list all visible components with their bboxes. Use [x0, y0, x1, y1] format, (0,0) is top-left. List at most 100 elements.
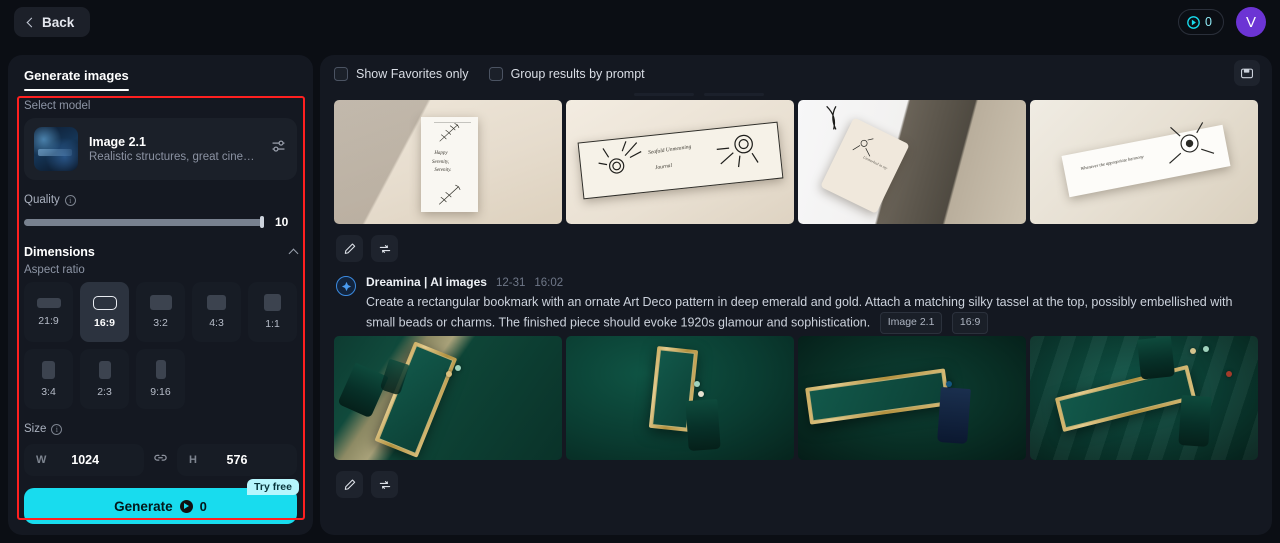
- panel-tab-bar: Generate images: [8, 55, 313, 91]
- aspect-ratio-shape: [92, 295, 117, 310]
- quality-label-row: Quality i: [24, 194, 297, 206]
- model-meta: Image 2.1 Realistic structures, great ci…: [89, 135, 259, 163]
- aspect-ratio-3-2[interactable]: 3:2: [136, 282, 185, 342]
- select-model-label: Select model: [24, 100, 91, 112]
- size-row: W 1024 H 576: [24, 444, 297, 476]
- generate-cost: 0: [199, 498, 207, 514]
- quality-value: 10: [275, 215, 289, 229]
- size-label-row: Size i: [24, 423, 297, 435]
- aspect-ratio-label: 9:16: [150, 386, 171, 398]
- aspect-ratio-grid: 21:9 16:9 3:2 4:3 1:1 3:4 2:3 9:16: [24, 282, 297, 409]
- try-free-badge[interactable]: Try free: [247, 479, 299, 495]
- quality-slider-knob[interactable]: [260, 216, 264, 228]
- results-panel: Show Favorites only Group results by pro…: [320, 55, 1272, 535]
- aspect-ratio-shape: [42, 360, 55, 379]
- app-root: Back 0 V Generate images Select model Im…: [0, 0, 1280, 543]
- result-image[interactable]: [798, 336, 1026, 460]
- result-row-2-images: [334, 336, 1258, 460]
- result-image[interactable]: Whenever the appropriate harmony: [1030, 100, 1258, 224]
- back-button[interactable]: Back: [14, 7, 91, 37]
- previous-result-stub: [334, 93, 1258, 96]
- edit-button[interactable]: [336, 235, 363, 262]
- filter-show-favorites[interactable]: Show Favorites only: [334, 67, 469, 81]
- link-ratio-icon[interactable]: [152, 449, 169, 471]
- stub-line: [634, 93, 694, 96]
- aspect-ratio-21-9[interactable]: 21:9: [24, 282, 73, 342]
- filter-group-by-prompt[interactable]: Group results by prompt: [488, 67, 645, 81]
- chip-ratio[interactable]: 16:9: [951, 311, 989, 334]
- generate-panel: Generate images Select model Image 2.1 R…: [8, 55, 313, 535]
- aspect-ratio-2-3[interactable]: 2:3: [80, 349, 129, 409]
- back-button-label: Back: [42, 14, 75, 30]
- panel-body: Select model Image 2.1 Realistic structu…: [8, 91, 313, 524]
- aspect-ratio-3-4[interactable]: 3:4: [24, 349, 73, 409]
- aspect-ratio-shape: [264, 294, 281, 311]
- prompt-text: Create a rectangular bookmark with an or…: [366, 295, 1233, 330]
- aspect-ratio-label: 21:9: [38, 314, 59, 327]
- dimensions-title: Dimensions: [24, 245, 95, 259]
- result-image[interactable]: Seafold Unmeaning Journal: [566, 100, 794, 224]
- result-image[interactable]: Unmarked in my: [798, 100, 1026, 224]
- top-bar: Back 0 V: [0, 0, 1280, 44]
- aspect-ratio-shape: [155, 360, 166, 379]
- quality-slider[interactable]: [24, 216, 264, 228]
- model-description: Realistic structures, great cinematog...: [89, 151, 259, 163]
- size-info-icon[interactable]: i: [51, 423, 63, 435]
- aspect-ratio-1-1[interactable]: 1:1: [248, 282, 297, 342]
- results-toolbar: Show Favorites only Group results by pro…: [320, 55, 1272, 93]
- model-name: Image 2.1: [89, 135, 146, 149]
- favorites-checkbox[interactable]: [334, 67, 348, 81]
- size-label: Size: [24, 423, 47, 435]
- prompt-header: Dreamina | AI images 12-31 16:02: [366, 275, 1256, 289]
- generate-wrapper: Generate 0 Try free: [24, 479, 299, 524]
- regenerate-button[interactable]: [371, 235, 398, 262]
- prompt-block: Dreamina | AI images 12-31 16:02 Create …: [334, 262, 1258, 334]
- prompt-date: 12-31: [495, 277, 526, 289]
- generate-button-label: Generate: [114, 498, 173, 514]
- dreamina-logo-icon: [336, 276, 356, 296]
- credits-pill[interactable]: 0: [1178, 9, 1224, 35]
- group-label: Group results by prompt: [510, 67, 645, 81]
- regenerate-icon: [379, 480, 390, 489]
- width-key: W: [36, 454, 47, 466]
- result-image[interactable]: Happy Serenity, Serenity.: [334, 100, 562, 224]
- aspect-ratio-label: 3:2: [153, 317, 168, 329]
- result-image[interactable]: [566, 336, 794, 460]
- group-checkbox[interactable]: [488, 67, 503, 81]
- model-selector[interactable]: Image 2.1 Realistic structures, great ci…: [24, 118, 297, 180]
- aspect-ratio-label: 4:3: [209, 317, 224, 329]
- regenerate-icon: [379, 244, 390, 253]
- regenerate-button[interactable]: [371, 471, 398, 498]
- dimensions-accordion-header[interactable]: Dimensions: [24, 245, 299, 259]
- chevron-left-icon: [26, 17, 37, 27]
- width-field[interactable]: W 1024: [24, 444, 144, 476]
- result-row-2-actions: [334, 460, 1258, 498]
- model-settings-icon[interactable]: [270, 138, 287, 160]
- credits-count: 0: [1205, 15, 1212, 29]
- chevron-up-icon: [288, 248, 299, 259]
- aspect-ratio-16-9[interactable]: 16:9: [80, 282, 129, 342]
- aspect-ratio-9-16[interactable]: 9:16: [136, 349, 185, 409]
- height-key: H: [189, 454, 197, 466]
- aspect-ratio-label: 3:4: [41, 385, 56, 398]
- aspect-ratio-shape: [98, 360, 111, 379]
- aspect-ratio-label: 1:1: [265, 318, 280, 330]
- chip-model[interactable]: Image 2.1: [879, 311, 943, 334]
- pencil-icon: [344, 478, 355, 490]
- credit-coin-icon: [1187, 15, 1200, 29]
- tab-generate-images[interactable]: Generate images: [24, 68, 129, 91]
- favorites-label: Show Favorites only: [356, 67, 469, 81]
- results-feed: Happy Serenity, Serenity. Seafold Unmean…: [320, 93, 1272, 498]
- prompt-text-wrapper: Create a rectangular bookmark with an or…: [366, 294, 1256, 334]
- avatar[interactable]: V: [1236, 7, 1266, 37]
- stub-line: [704, 93, 764, 96]
- result-image[interactable]: [1030, 336, 1258, 460]
- result-image[interactable]: [334, 336, 562, 460]
- brand-name: Dreamina | AI images: [366, 275, 487, 289]
- height-field[interactable]: H 576: [177, 444, 297, 476]
- quality-info-icon[interactable]: i: [64, 194, 76, 206]
- height-value: 576: [226, 453, 248, 467]
- archive-button[interactable]: [1234, 60, 1260, 86]
- aspect-ratio-4-3[interactable]: 4:3: [192, 282, 241, 342]
- edit-button[interactable]: [336, 471, 363, 498]
